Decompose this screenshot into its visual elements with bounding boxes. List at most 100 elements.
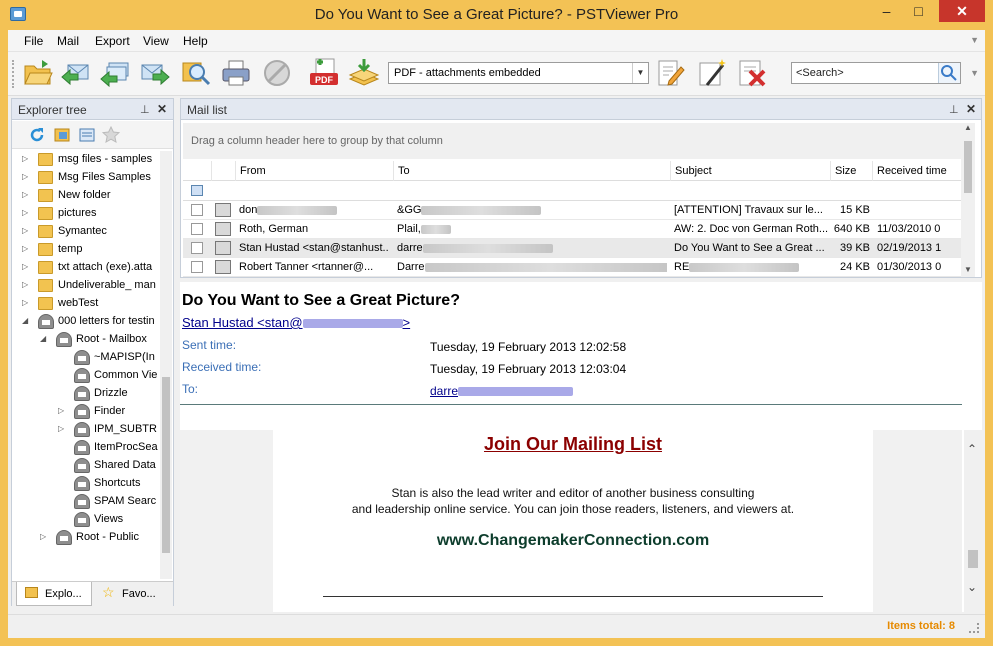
column-icon[interactable]: [211, 161, 235, 181]
mail-row[interactable]: don &GG [ATTENTION] Travaux sur le... 15 KB: [183, 201, 961, 220]
tree-scroll-thumb[interactable]: [162, 377, 170, 553]
print-icon[interactable]: [220, 57, 252, 89]
tree-item[interactable]: ~MAPISP(In: [12, 349, 160, 367]
tree-item[interactable]: SPAM Searc: [12, 493, 160, 511]
tree-item[interactable]: ItemProcSea: [12, 439, 160, 457]
stop-icon[interactable]: [261, 57, 293, 89]
preview-scroll-thumb[interactable]: [968, 550, 978, 568]
tree-item[interactable]: ▷ New folder: [12, 187, 160, 205]
menu-view[interactable]: View: [143, 34, 169, 48]
column-size[interactable]: Size: [830, 161, 872, 181]
tree-item[interactable]: ▷ Root - Public: [12, 529, 160, 547]
close-icon[interactable]: ✕: [157, 102, 167, 116]
expand-icon[interactable]: ▷: [58, 424, 64, 433]
tree-item[interactable]: ▷ pictures: [12, 205, 160, 223]
expand-icon[interactable]: ▷: [22, 172, 28, 181]
tree-item[interactable]: Drizzle: [12, 385, 160, 403]
expand-icon[interactable]: ▷: [22, 244, 28, 253]
search-field[interactable]: <Search>: [791, 62, 961, 84]
reply-icon[interactable]: [60, 57, 92, 89]
mail-list-scrollbar[interactable]: ▲ ▼: [961, 123, 975, 277]
star-icon[interactable]: [102, 126, 120, 144]
tree-item[interactable]: ▷ temp: [12, 241, 160, 259]
maximize-button[interactable]: □: [904, 0, 933, 22]
search-button[interactable]: [938, 63, 960, 83]
edit-icon[interactable]: [655, 57, 687, 89]
find-icon[interactable]: [180, 57, 212, 89]
website-link[interactable]: www.ChangemakerConnection.com: [273, 532, 873, 550]
menu-overflow-icon[interactable]: ▼: [970, 35, 979, 45]
pin-icon[interactable]: ⊥: [140, 103, 150, 116]
tree-item[interactable]: ▷ msg files - samples: [12, 151, 160, 169]
close-button[interactable]: ✕: [939, 0, 985, 22]
mail-list-scroll-thumb[interactable]: [964, 141, 972, 193]
tree-item[interactable]: ◢ Root - Mailbox: [12, 331, 160, 349]
group-by-area[interactable]: Drag a column header here to group by th…: [183, 123, 961, 159]
column-subject[interactable]: Subject: [670, 161, 830, 181]
export-pdf-icon[interactable]: PDF: [308, 57, 340, 89]
tree-item[interactable]: ▷ IPM_SUBTR: [12, 421, 160, 439]
tree-item[interactable]: Common Vie: [12, 367, 160, 385]
row-checkbox[interactable]: [191, 204, 203, 216]
toolbar-overflow-icon[interactable]: ▼: [970, 68, 979, 78]
open-folder-icon[interactable]: [22, 57, 54, 89]
minimize-button[interactable]: –: [872, 0, 901, 22]
column-to[interactable]: To: [393, 161, 670, 181]
refresh-icon[interactable]: [28, 126, 46, 144]
chevron-down-icon[interactable]: ▼: [632, 63, 648, 83]
expand-icon[interactable]: ▷: [22, 226, 28, 235]
menu-mail[interactable]: Mail: [57, 34, 79, 48]
tree-item[interactable]: ▷ Msg Files Samples: [12, 169, 160, 187]
expand-icon[interactable]: ▷: [22, 154, 28, 163]
column-received[interactable]: Received time: [872, 161, 961, 181]
expand-icon[interactable]: ▷: [22, 298, 28, 307]
tree-item[interactable]: Views: [12, 511, 160, 529]
tree-item[interactable]: Shortcuts: [12, 475, 160, 493]
to-link[interactable]: darre: [430, 384, 574, 398]
tree-item[interactable]: ▷ Undeliverable_ man: [12, 277, 160, 295]
tree-item[interactable]: ▷ txt attach (exe).atta: [12, 259, 160, 277]
forward-icon[interactable]: [139, 57, 171, 89]
tree-item[interactable]: ▷ Symantec: [12, 223, 160, 241]
view-icon[interactable]: [78, 126, 96, 144]
tab-explorer[interactable]: Explo...: [16, 582, 92, 606]
expand-icon[interactable]: ▷: [22, 208, 28, 217]
collapse-icon[interactable]: ◢: [22, 316, 28, 325]
column-check[interactable]: [183, 161, 211, 181]
export-format-select[interactable]: PDF - attachments embedded ▼: [388, 62, 649, 84]
tree-item[interactable]: ▷ Finder: [12, 403, 160, 421]
expand-icon[interactable]: ▷: [22, 190, 28, 199]
filter-row[interactable]: [183, 181, 961, 201]
tree-item[interactable]: Shared Data: [12, 457, 160, 475]
tree-scrollbar[interactable]: [160, 151, 172, 579]
mail-row[interactable]: Roth, German Plail, AW: 2. Doc von German …: [183, 220, 961, 239]
column-from[interactable]: From: [235, 161, 393, 181]
mail-row[interactable]: Robert Tanner <rtanner@... Darre RE 24 KB 01…: [183, 258, 961, 277]
wizard-icon[interactable]: [697, 57, 729, 89]
expand-icon[interactable]: ▷: [40, 532, 46, 541]
menu-help[interactable]: Help: [183, 34, 208, 48]
resize-grip[interactable]: [969, 623, 979, 633]
chevron-up-icon[interactable]: ⌃: [967, 442, 977, 456]
scroll-down-icon[interactable]: ▼: [964, 265, 972, 274]
menu-export[interactable]: Export: [95, 34, 130, 48]
menu-file[interactable]: File: [24, 34, 43, 48]
tree-item[interactable]: ▷ webTest: [12, 295, 160, 313]
mailing-list-heading[interactable]: Join Our Mailing List: [273, 434, 873, 455]
delete-icon[interactable]: [736, 57, 768, 89]
mail-row[interactable]: Stan Hustad <stan@stanhust... darre Do You…: [183, 239, 961, 258]
reply-all-icon[interactable]: [99, 57, 131, 89]
search-input[interactable]: <Search>: [796, 67, 844, 79]
collapse-icon[interactable]: ◢: [40, 334, 46, 343]
save-attachments-icon[interactable]: [348, 57, 380, 89]
chevron-down-icon[interactable]: ⌄: [967, 580, 977, 594]
row-checkbox[interactable]: [191, 223, 203, 235]
scroll-up-icon[interactable]: ▲: [964, 123, 972, 132]
open-pst-icon[interactable]: [53, 126, 71, 144]
expand-icon[interactable]: ▷: [58, 406, 64, 415]
tab-favorites[interactable]: ☆ Favo...: [96, 582, 172, 606]
filter-icon[interactable]: [191, 185, 203, 196]
preview-scrollbar[interactable]: ⌃ ⌄: [964, 430, 982, 612]
expand-icon[interactable]: ▷: [22, 262, 28, 271]
preview-from-link[interactable]: Stan Hustad <stan@ >: [182, 315, 410, 330]
